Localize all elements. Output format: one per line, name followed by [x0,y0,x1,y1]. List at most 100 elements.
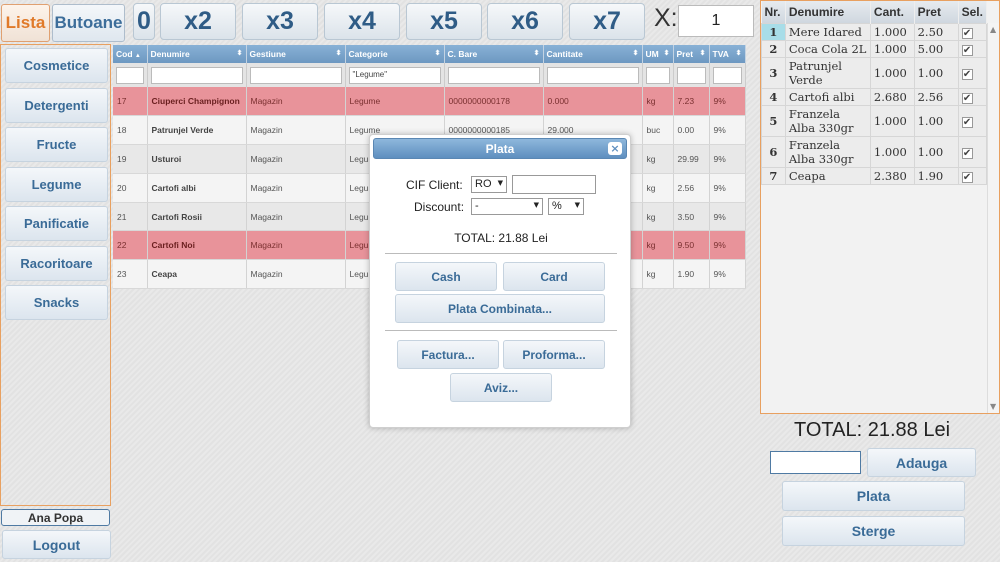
select-checkbox[interactable]: ✔ [961,68,973,80]
cart-cell-nr: 4 [761,87,786,106]
sterge-button[interactable]: Sterge [782,516,965,546]
cart-cell-pret: 1.00 [913,56,959,89]
cell-tva: 9% [709,87,746,117]
cell-denumire: Cartofi Rosii [147,202,247,232]
adauga-button[interactable]: Adauga [867,448,976,477]
cart-row[interactable]: 3 Patrunjel Verde 1.000 1.00 ✔ [761,56,988,89]
discount-unit-select[interactable]: % ▼ [548,198,584,215]
select-checkbox[interactable]: ✔ [961,27,973,39]
card-button[interactable]: Card [503,262,605,291]
cart-cell-denumire: Coca Cola 2L [784,39,871,58]
category-button-snacks[interactable]: Snacks [5,285,108,320]
filter-categorie-input[interactable]: "Legume" [348,66,441,84]
cart-cell-nr: 5 [761,104,786,137]
qty-button-x4[interactable]: x4 [324,3,400,40]
factura-button[interactable]: Factura... [397,340,499,369]
select-checkbox[interactable]: ✔ [961,171,973,183]
sort-icon: ⬍ [632,50,639,57]
column-header-pret[interactable]: Pret ⬍ [673,45,710,63]
cart-row[interactable]: 2 Coca Cola 2L 1.000 5.00 ✔ [761,39,988,58]
qty-button-0[interactable]: 0 [133,3,155,40]
cart-cell-cant: 2.380 [869,166,915,185]
column-header-categorie[interactable]: Categorie ⬍ [345,45,445,63]
select-checkbox[interactable]: ✔ [961,147,973,159]
tab-lista[interactable]: Lista [1,4,50,42]
multiplier-input[interactable]: 1 [678,5,754,37]
aviz-button[interactable]: Aviz... [450,373,552,402]
cart-cell-denumire: Ceapa [784,166,871,185]
cart-cell-sel: ✔ [957,87,988,106]
qty-button-x3[interactable]: x3 [242,3,318,40]
column-header-tva[interactable]: TVA ⬍ [709,45,746,63]
close-icon[interactable]: × [608,142,622,155]
cart-cell-denumire: Franzela Alba 330gr [784,104,871,137]
cart-cell-pret: 2.56 [913,87,959,106]
scroll-up-icon[interactable]: ▲ [990,25,996,34]
table-row[interactable]: 17 Ciuperci Champignon Magazin Legume 000000… [113,87,746,117]
proforma-button[interactable]: Proforma... [503,340,605,369]
category-button-racoritoare[interactable]: Racoritoare [5,246,108,281]
cart-row[interactable]: 1 Mere Idared 1.000 2.50 ✔ [761,22,988,41]
plata-combinata-button[interactable]: Plata Combinata... [395,294,605,323]
cart-scrollbar[interactable]: ▲ ▼ [987,23,999,413]
cell-pret: 1.90 [673,259,710,290]
select-checkbox[interactable]: ✔ [961,116,973,128]
filter-cantitate-input[interactable] [546,66,639,84]
scroll-down-icon[interactable]: ▼ [990,402,996,411]
category-button-panificatie[interactable]: Panificatie [5,206,108,241]
column-header-denumire[interactable]: Denumire ⬍ [147,45,247,63]
cash-button[interactable]: Cash [395,262,497,291]
dropdown-arrow-icon: ▼ [533,201,539,209]
discount-label: Discount: [414,200,465,214]
cell-denumire: Ciuperci Champignon [147,87,247,117]
cell-cod: 18 [113,115,148,146]
category-button-fructe[interactable]: Fructe [5,127,108,162]
cart-row[interactable]: 7 Ceapa 2.380 1.90 ✔ [761,166,988,185]
cart-cell-cant: 1.000 [869,104,915,137]
sort-icon: ⬍ [236,50,243,57]
column-header-cod[interactable]: Cod ▲ [113,45,148,63]
column-header-cbare[interactable]: C. Bare ⬍ [444,45,544,63]
filter-denumire-input[interactable] [150,66,243,84]
cif-input[interactable] [512,175,596,194]
column-header-um[interactable]: UM ⬍ [642,45,674,63]
cell-gestiune: Magazin [246,202,346,232]
multiplier-label: X: [654,4,678,32]
category-button-cosmetice[interactable]: Cosmetice [5,48,108,83]
filter-cbare-input[interactable] [447,66,540,84]
cif-prefix-select[interactable]: RO ▼ [471,176,507,193]
cell-um: kg [642,87,674,117]
cart-cell-sel: ✔ [957,39,988,58]
qty-button-x7[interactable]: x7 [569,3,645,40]
add-code-input[interactable] [770,451,861,474]
cart-cell-denumire: Cartofi albi [784,87,871,106]
filter-gestiune-input[interactable] [249,66,342,84]
cart-header-cant: Cant. [870,1,915,23]
filter-um-input[interactable] [645,66,670,84]
qty-button-x6[interactable]: x6 [487,3,563,40]
tab-butoane[interactable]: Butoane [52,4,125,42]
cell-gestiune: Magazin [246,173,346,203]
filter-cod-input[interactable] [116,66,144,84]
cart-row[interactable]: 6 Franzela Alba 330gr 1.000 1.00 ✔ [761,135,988,168]
cell-um: kg [642,144,674,174]
discount-select[interactable]: - ▼ [471,198,543,215]
select-checkbox[interactable]: ✔ [961,44,973,56]
qty-button-x5[interactable]: x5 [406,3,482,40]
category-button-detergenti[interactable]: Detergenti [5,88,108,123]
cart-header-sel: Sel. [958,1,988,23]
column-header-cantitate[interactable]: Cantitate ⬍ [543,45,643,63]
qty-button-x2[interactable]: x2 [160,3,236,40]
category-button-legume[interactable]: Legume [5,167,108,202]
cart-row[interactable]: 4 Cartofi albi 2.680 2.56 ✔ [761,87,988,106]
logout-button[interactable]: Logout [2,530,111,559]
filter-tva-input[interactable] [712,66,742,84]
plata-button[interactable]: Plata [782,481,965,511]
cell-tva: 9% [709,202,746,232]
cell-gestiune: Magazin [246,230,346,261]
select-checkbox[interactable]: ✔ [961,92,973,104]
cart-row[interactable]: 5 Franzela Alba 330gr 1.000 1.00 ✔ [761,104,988,137]
column-header-gestiune[interactable]: Gestiune ⬍ [246,45,346,63]
filter-pret-input[interactable] [676,66,706,84]
cell-gestiune: Magazin [246,144,346,174]
